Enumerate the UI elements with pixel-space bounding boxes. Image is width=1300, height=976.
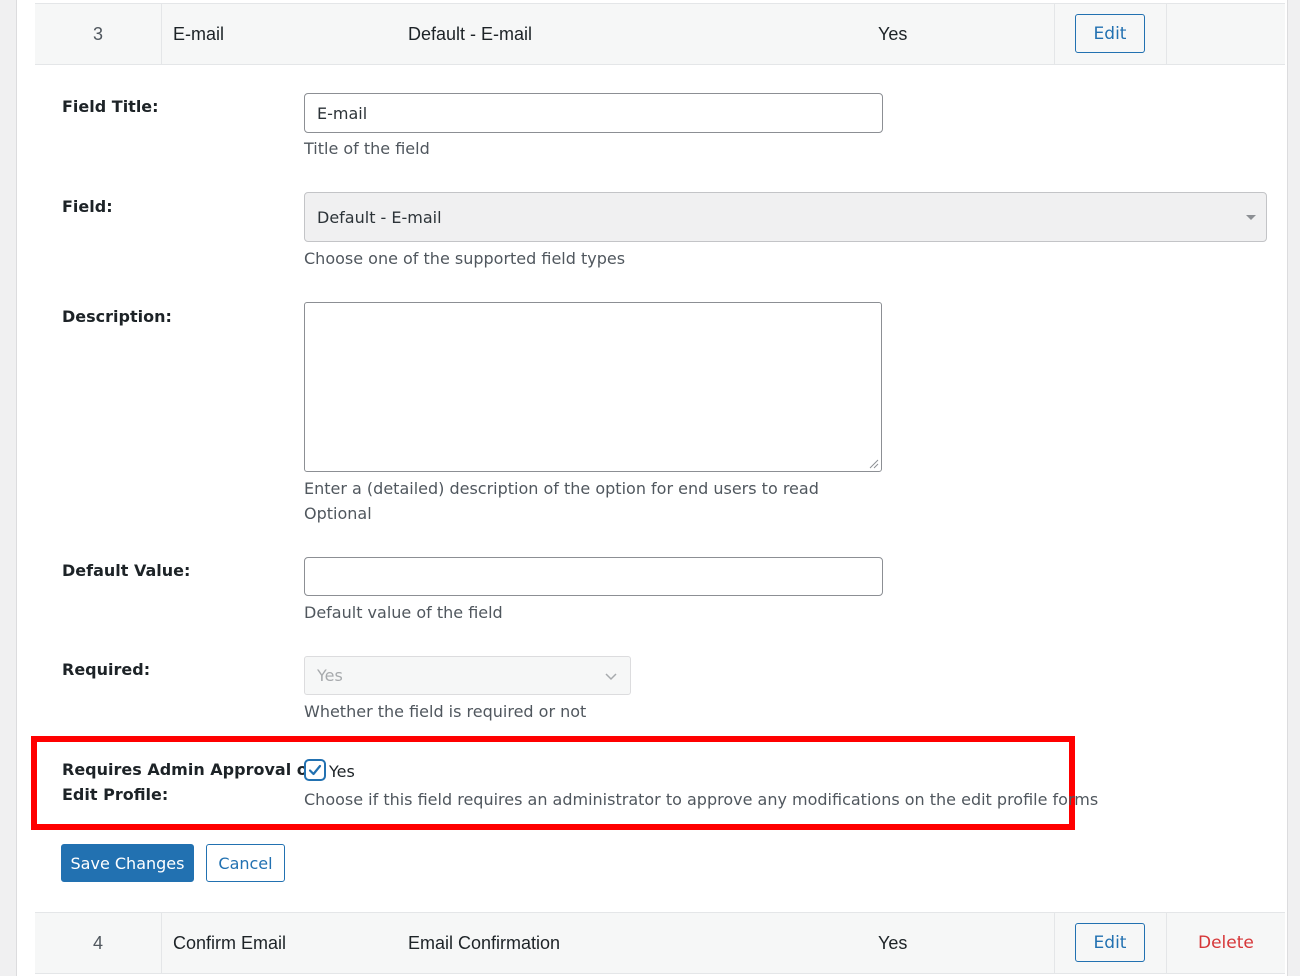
description-optional-hint: Optional bbox=[304, 504, 372, 523]
row-required: Yes bbox=[878, 932, 908, 953]
default-value-input[interactable] bbox=[304, 557, 883, 596]
row-field-title: E-mail bbox=[173, 23, 225, 44]
field-title-label: Field Title: bbox=[62, 97, 159, 116]
cancel-button[interactable]: Cancel bbox=[206, 844, 285, 882]
resize-grip-icon[interactable] bbox=[869, 459, 879, 469]
required-select-value: Yes bbox=[317, 666, 343, 685]
row-number: 3 bbox=[92, 23, 103, 44]
required-hint: Whether the field is required or not bbox=[304, 702, 587, 721]
row-field-title: Confirm Email bbox=[173, 932, 287, 953]
row-number: 4 bbox=[92, 932, 103, 953]
field-title-input[interactable]: E-mail bbox=[304, 93, 883, 133]
column-divider bbox=[1054, 913, 1055, 973]
edit-button[interactable]: Edit bbox=[1075, 923, 1145, 962]
admin-approval-hint: Choose if this field requires an adminis… bbox=[304, 790, 1099, 809]
field-type-value: Default - E-mail bbox=[317, 207, 442, 227]
column-divider bbox=[1166, 913, 1167, 973]
highlight-box bbox=[31, 736, 1075, 830]
field-label: Field: bbox=[62, 197, 113, 216]
row-field-type: Email Confirmation bbox=[408, 932, 561, 953]
column-divider bbox=[1166, 4, 1167, 64]
check-icon bbox=[308, 764, 322, 776]
description-label: Description: bbox=[62, 307, 172, 326]
description-textarea[interactable] bbox=[304, 302, 882, 472]
delete-link[interactable]: Delete bbox=[1198, 913, 1254, 973]
admin-approval-label-line1: Requires Admin Approval on bbox=[62, 760, 320, 779]
column-divider bbox=[161, 913, 162, 973]
field-type-select[interactable]: Default - E-mail bbox=[304, 192, 1267, 242]
caret-down-icon bbox=[1246, 215, 1256, 220]
table-row: 3 E-mail Default - E-mail Yes Edit bbox=[35, 3, 1285, 65]
chevron-down-icon bbox=[605, 673, 617, 681]
column-divider bbox=[1054, 4, 1055, 64]
default-value-hint: Default value of the field bbox=[304, 603, 503, 622]
required-label: Required: bbox=[62, 660, 151, 679]
field-title-hint: Title of the field bbox=[304, 139, 430, 158]
admin-approval-checkbox-label[interactable]: Yes bbox=[329, 762, 355, 781]
save-changes-button[interactable]: Save Changes bbox=[61, 844, 194, 882]
table-row: 4 Confirm Email Email Confirmation Yes E… bbox=[35, 912, 1285, 974]
edit-button[interactable]: Edit bbox=[1075, 14, 1145, 53]
fields-panel: 3 E-mail Default - E-mail Yes Edit Field… bbox=[16, 0, 1288, 976]
required-select: Yes bbox=[304, 656, 631, 695]
description-hint: Enter a (detailed) description of the op… bbox=[304, 479, 819, 498]
field-hint: Choose one of the supported field types bbox=[304, 249, 626, 268]
default-value-label: Default Value: bbox=[62, 561, 191, 580]
row-field-type: Default - E-mail bbox=[408, 23, 533, 44]
row-required: Yes bbox=[878, 23, 908, 44]
column-divider bbox=[161, 4, 162, 64]
admin-approval-label-line2: Edit Profile: bbox=[62, 785, 169, 804]
admin-approval-checkbox[interactable] bbox=[304, 759, 326, 781]
